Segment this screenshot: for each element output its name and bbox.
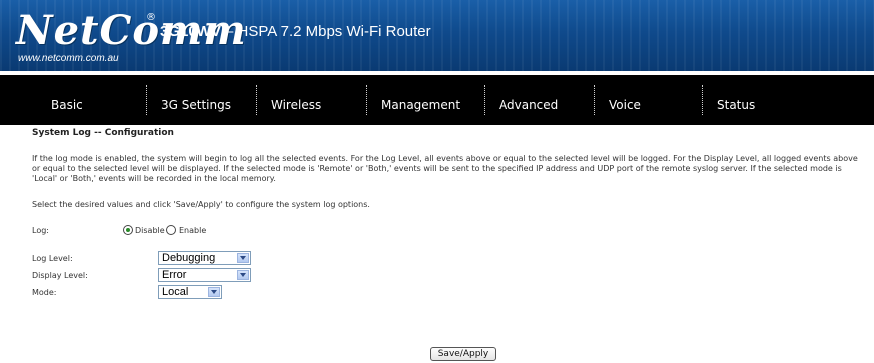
display-level-select[interactable]: Error: [158, 268, 251, 282]
log-enable-label: Enable: [179, 226, 207, 235]
log-disable-label: Disable: [135, 226, 165, 235]
product-title: 3G10WV – HSPA 7.2 Mbps Wi-Fi Router: [160, 23, 431, 40]
display-level-value: Error: [162, 269, 187, 281]
nav-3g-settings[interactable]: 3G Settings: [143, 75, 253, 125]
mode-select[interactable]: Local: [158, 285, 222, 299]
chevron-down-icon: [237, 270, 249, 280]
page-instruction: Select the desired values and click 'Sav…: [32, 200, 370, 209]
chevron-down-icon: [208, 287, 220, 297]
nav-basic[interactable]: Basic: [33, 75, 143, 125]
page-title: System Log -- Configuration: [32, 128, 174, 138]
log-enable-radio[interactable]: [166, 225, 176, 235]
nav-management[interactable]: Management: [363, 75, 481, 125]
log-label: Log:: [32, 226, 49, 235]
nav-advanced[interactable]: Advanced: [481, 75, 591, 125]
chevron-down-icon: [237, 253, 249, 263]
log-disable-radio[interactable]: [123, 225, 133, 235]
product-model: 3G10WV: [160, 23, 221, 40]
nav-voice[interactable]: Voice: [591, 75, 699, 125]
mode-label: Mode:: [32, 288, 57, 297]
save-apply-button[interactable]: Save/Apply: [430, 347, 496, 361]
header-banner: NetComm ® www.netcomm.com.au 3G10WV – HS…: [0, 0, 874, 71]
log-level-value: Debugging: [162, 252, 216, 264]
nav-wireless[interactable]: Wireless: [253, 75, 363, 125]
mode-value: Local: [162, 286, 189, 298]
registered-mark: ®: [146, 12, 156, 23]
log-level-select[interactable]: Debugging: [158, 251, 251, 265]
page-description: If the log mode is enabled, the system w…: [32, 154, 858, 183]
display-level-label: Display Level:: [32, 271, 88, 280]
logo-url: www.netcomm.com.au: [18, 53, 119, 64]
log-level-label: Log Level:: [32, 254, 73, 263]
nav-status[interactable]: Status: [699, 75, 809, 125]
main-nav: Basic 3G Settings Wireless Management Ad…: [0, 75, 874, 125]
product-description: – HSPA 7.2 Mbps Wi-Fi Router: [220, 23, 431, 40]
